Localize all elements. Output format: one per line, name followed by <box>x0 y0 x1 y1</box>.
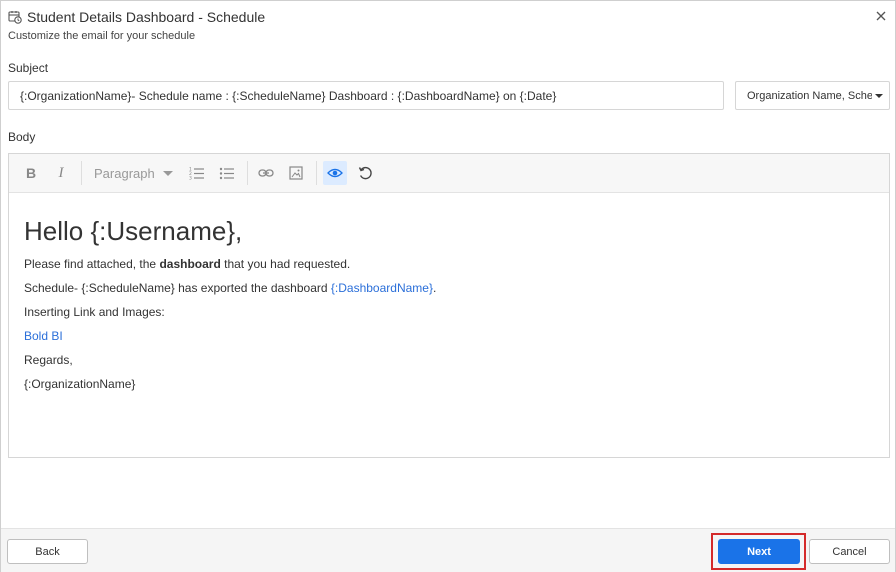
reset-icon <box>358 166 372 180</box>
bold-button[interactable]: B <box>19 161 43 185</box>
svg-text:3: 3 <box>189 176 192 181</box>
close-icon[interactable] <box>875 10 887 22</box>
cancel-button[interactable]: Cancel <box>809 539 890 564</box>
reset-button[interactable] <box>353 161 377 185</box>
link-icon <box>258 169 274 177</box>
back-button[interactable]: Back <box>7 539 88 564</box>
dialog-header: Student Details Dashboard - Schedule Cus… <box>1 1 895 49</box>
content-line-inserting: Inserting Link and Images: <box>24 305 165 319</box>
italic-button[interactable]: I <box>49 161 73 185</box>
greeting-heading: Hello {:Username}, <box>24 216 243 246</box>
caret-down-icon <box>875 93 883 98</box>
italic-icon: I <box>58 164 64 181</box>
preview-button[interactable] <box>322 161 347 185</box>
toolbar-divider <box>246 161 248 185</box>
ordered-list-button[interactable]: 1 2 3 <box>185 161 209 185</box>
paragraph-format-dropdown[interactable]: Paragraph <box>94 166 173 181</box>
bold-bi-link[interactable]: Bold BI <box>24 324 874 348</box>
content-line-attached: Please find attached, the dashboard that… <box>24 252 874 276</box>
ordered-list-icon: 1 2 3 <box>189 167 204 181</box>
subject-label: Subject <box>8 61 49 75</box>
content-line-exported: Schedule- {:ScheduleName} has exported t… <box>24 276 874 300</box>
insert-image-button[interactable] <box>284 161 308 185</box>
dashboard-name-link[interactable]: {:DashboardName} <box>331 281 433 295</box>
content-line-regards: Regards, <box>24 353 73 367</box>
editor-content[interactable]: Hello {:Username}, Please find attached,… <box>24 212 874 396</box>
dialog-footer: Back Next Cancel <box>1 528 895 572</box>
content-text: Schedule- {:ScheduleName} has exported t… <box>24 281 331 295</box>
content-bold-text: dashboard <box>159 257 221 271</box>
bold-icon: B <box>25 165 37 181</box>
editor-toolbar: B I Paragraph 1 2 3 <box>9 154 889 193</box>
title-row: Student Details Dashboard - Schedule <box>8 9 265 25</box>
unordered-list-button[interactable] <box>215 161 239 185</box>
body-label: Body <box>8 130 36 144</box>
subject-input[interactable] <box>8 81 724 110</box>
toolbar-divider <box>315 161 317 185</box>
content-text: . <box>432 281 437 295</box>
schedule-dialog: Student Details Dashboard - Schedule Cus… <box>0 0 896 572</box>
dialog-subtitle: Customize the email for your schedule <box>8 30 196 42</box>
toolbar-divider <box>81 161 82 185</box>
paragraph-format-value: Paragraph <box>94 165 155 181</box>
content-line-signature: {:OrganizationName} <box>24 377 136 391</box>
body-editor[interactable]: B I Paragraph 1 2 3 Hello {:Username}, P… <box>8 153 890 458</box>
image-icon <box>289 166 303 180</box>
dialog-title: Student Details Dashboard - Schedule <box>27 9 266 25</box>
next-button[interactable]: Next <box>718 539 800 564</box>
caret-down-icon <box>162 170 173 176</box>
insert-field-dropdown[interactable]: Organization Name, Sche <box>735 81 890 110</box>
insert-field-dropdown-value: Organization Name, Sche <box>747 89 872 102</box>
unordered-list-icon <box>219 167 234 180</box>
insert-link-button[interactable] <box>254 161 278 185</box>
calendar-clock-icon <box>8 10 22 24</box>
content-text: Please find attached, the <box>24 257 160 271</box>
content-text: that you had requested. <box>220 257 351 271</box>
eye-icon <box>326 168 343 178</box>
